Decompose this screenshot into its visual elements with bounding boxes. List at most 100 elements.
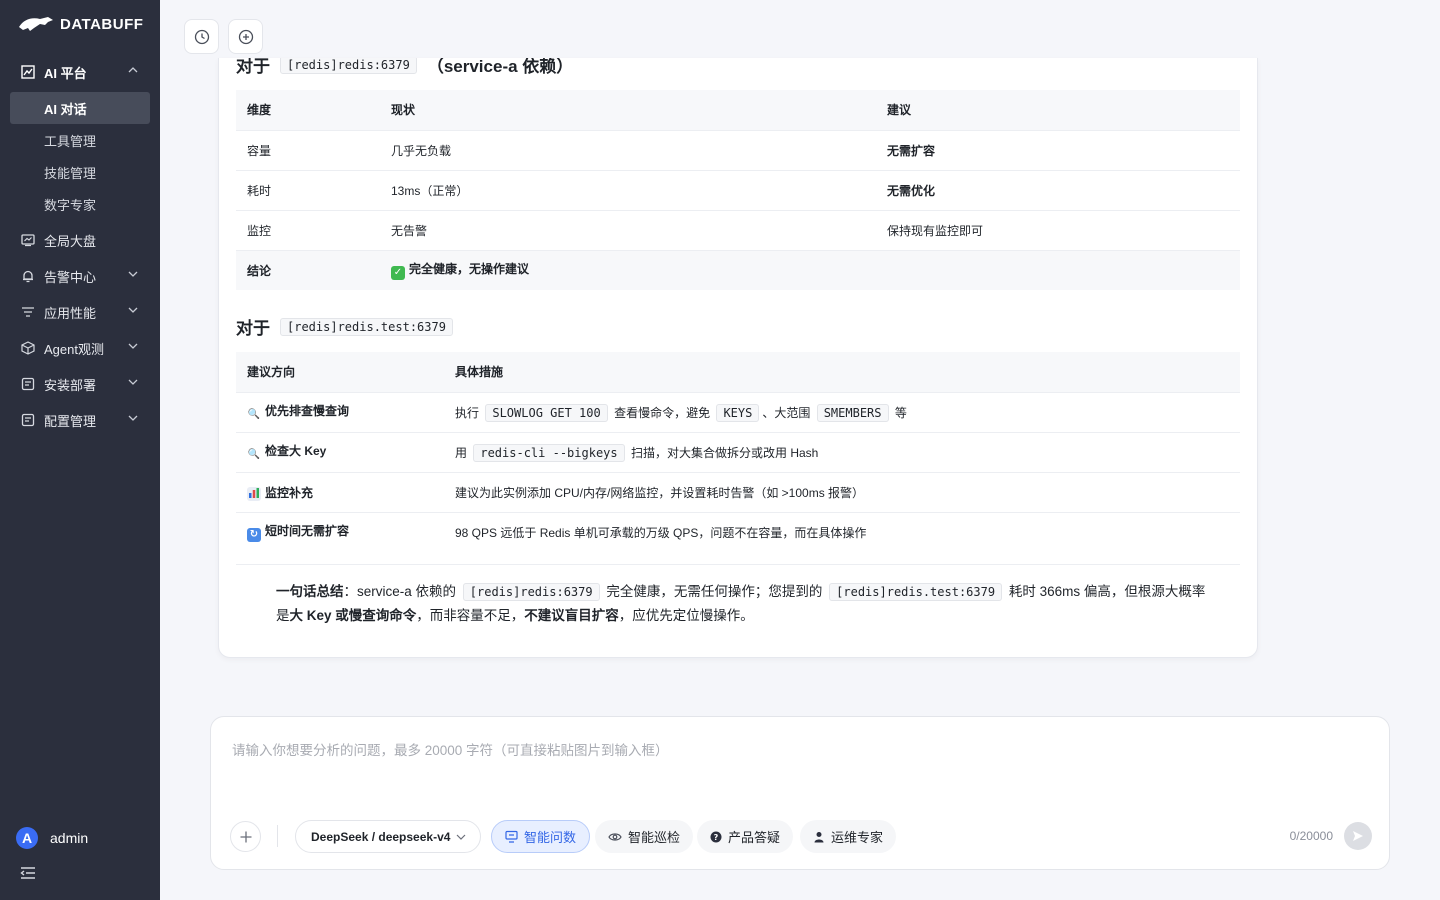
table-cell: ↻ 短时间无需扩容 xyxy=(236,511,444,552)
nav-group-app-performance[interactable]: 应用性能 xyxy=(0,294,160,330)
nav-group-label: 全局大盘 xyxy=(44,233,97,249)
mode-ops-expert-button[interactable]: 运维专家 xyxy=(800,820,897,853)
table-cell: 无需优化 xyxy=(876,169,1240,210)
table-row: 🔍 检查大 Key 用 redis-cli --bigkeys 扫描，对大集合做拆… xyxy=(236,431,1240,472)
chevron-down-icon xyxy=(128,415,138,421)
document-icon xyxy=(20,412,36,428)
chevron-down-icon xyxy=(456,834,466,840)
heading-prefix: 对于 xyxy=(236,319,270,338)
table-cell: 几乎无负载 xyxy=(380,129,876,170)
summary-paragraph: 一句话总结：service-a 依赖的 [redis]redis:6379 完全… xyxy=(276,580,1206,627)
table-row: ↻ 短时间无需扩容 98 QPS 远低于 Redis 单机可承载的万级 QPS，问… xyxy=(236,511,1240,552)
text: ：service-a 依赖的 xyxy=(343,584,457,599)
table-row: 监控补充 建议为此实例添加 CPU/内存/网络监控，并设置耗时告警（如 >100… xyxy=(236,471,1240,512)
table-row: 耗时 13ms（正常） 无需优化 xyxy=(236,169,1240,210)
text: 、大范围 xyxy=(762,405,811,420)
mode-label: 智能问数 xyxy=(524,830,577,845)
table-row: 容量 几乎无负载 无需扩容 xyxy=(236,129,1240,170)
table-cell: 监控 xyxy=(236,209,380,250)
collapse-sidebar-icon[interactable] xyxy=(20,866,36,883)
refresh-icon: ↻ xyxy=(247,528,261,543)
model-select[interactable]: DeepSeek / deepseek-v4 xyxy=(295,820,482,853)
section-heading-redis: 对于 [redis]redis:6379 （service-a 依赖） xyxy=(236,58,573,77)
new-chat-button[interactable] xyxy=(228,19,263,54)
mode-label: 产品答疑 xyxy=(728,830,781,845)
text: 等 xyxy=(894,405,907,420)
nav-group-label: 应用性能 xyxy=(44,305,97,321)
table-header: 现状 xyxy=(380,90,876,130)
table-header-row: 建议方向 具体措施 xyxy=(236,352,1240,392)
inline-code: redis-cli --bigkeys xyxy=(473,443,625,462)
table-cell: 容量 xyxy=(236,129,380,170)
emphasis: 大 Key 或慢查询命令 xyxy=(289,608,417,623)
dashboard-icon xyxy=(20,232,36,248)
send-button[interactable] xyxy=(1344,822,1372,850)
nav-group-alerts[interactable]: 告警中心 xyxy=(0,258,160,294)
sidebar-item-digital-experts[interactable]: 数字专家 xyxy=(10,188,150,220)
heading-suffix: （service-a 依赖） xyxy=(426,58,574,76)
sidebar-item-ai-chat[interactable]: AI 对话 xyxy=(10,92,150,124)
nav-group-ai-platform[interactable]: AI 平台 xyxy=(0,54,160,90)
data-icon xyxy=(505,830,518,843)
user-profile[interactable]: A admin xyxy=(16,827,88,849)
chat-input-box[interactable]: 请输入你想要分析的问题，最多 20000 字符（可直接粘贴图片到输入框） Dee… xyxy=(210,716,1390,870)
model-label: DeepSeek / deepseek-v4 xyxy=(311,829,451,844)
list-icon xyxy=(20,304,36,320)
text: 查看慢命令，避免 xyxy=(614,405,711,420)
user-name: admin xyxy=(50,830,89,846)
inline-code: [redis]redis:6379 xyxy=(462,583,600,601)
magnifier-icon: 🔍 xyxy=(247,409,261,420)
plus-circle-icon xyxy=(238,29,253,44)
redis-test-recommendation-table: 建议方向 具体措施 🔍 优先排查慢查询 执行 SLOWLOG GET 100 查看… xyxy=(236,352,1240,552)
table-header: 具体措施 xyxy=(444,352,1240,392)
table-header: 建议 xyxy=(876,90,1240,130)
chevron-down-icon xyxy=(128,343,138,349)
sidebar-item-skills[interactable]: 技能管理 xyxy=(10,156,150,188)
mode-smart-data-button[interactable]: 智能问数 xyxy=(491,820,591,853)
table-cell: 保持现有监控即可 xyxy=(876,209,1240,250)
chevron-down-icon xyxy=(128,379,138,385)
inline-code: KEYS xyxy=(716,403,760,422)
table-row: 监控 无告警 保持现有监控即可 xyxy=(236,209,1240,250)
emphasis: 不建议盲目扩容 xyxy=(524,608,619,623)
direction-label: 监控补充 xyxy=(265,485,314,500)
inline-code: SLOWLOG GET 100 xyxy=(485,403,608,422)
direction-label: 优先排查慢查询 xyxy=(265,404,350,418)
section-heading-redis-test: 对于 [redis]redis.test:6379 xyxy=(236,314,453,339)
table-cell: 无告警 xyxy=(380,209,876,250)
magnifier-icon: 🔍 xyxy=(247,449,261,460)
table-cell: 结论 xyxy=(236,249,380,290)
user-icon xyxy=(814,831,824,842)
mode-inspection-button[interactable]: 智能巡检 xyxy=(595,820,694,853)
bar-chart-icon xyxy=(247,486,261,501)
nav-group-deployment[interactable]: 安装部署 xyxy=(0,366,160,402)
brand-name: DATABUFF xyxy=(60,15,144,33)
sidebar: DATABUFF AI 平台 AI 对话 工具管理 技能管理 数字专家 全局大盘… xyxy=(0,0,160,900)
table-header-row: 维度 现状 建议 xyxy=(236,90,1240,130)
table-cell: 建议为此实例添加 CPU/内存/网络监控，并设置耗时告警（如 >100ms 报警… xyxy=(444,471,1240,512)
chat-input-placeholder[interactable]: 请输入你想要分析的问题，最多 20000 字符（可直接粘贴图片到输入框） xyxy=(232,739,669,759)
mode-product-qa-button[interactable]: ? 产品答疑 xyxy=(697,820,794,853)
text: 完全健康，无需任何操作；您提到的 xyxy=(606,584,823,599)
history-button[interactable] xyxy=(184,19,219,54)
nav-group-config[interactable]: 配置管理 xyxy=(0,402,160,438)
brand-logo[interactable]: DATABUFF xyxy=(18,12,143,36)
nav-group-dashboard[interactable]: 全局大盘 xyxy=(0,222,160,258)
table-cell: 🔍 检查大 Key xyxy=(236,431,444,472)
text: 用 xyxy=(455,445,468,460)
attach-button[interactable] xyxy=(230,821,261,852)
document-icon xyxy=(20,376,36,392)
table-cell: 执行 SLOWLOG GET 100 查看慢命令，避免 KEYS 、大范围 SME… xyxy=(444,391,1240,432)
inline-code: [redis]redis.test:6379 xyxy=(829,583,1003,601)
eye-icon xyxy=(608,832,622,841)
sidebar-item-tools[interactable]: 工具管理 xyxy=(10,124,150,156)
question-icon: ? xyxy=(710,831,722,842)
inline-code: [redis]redis.test:6379 xyxy=(280,317,453,336)
avatar: A xyxy=(16,827,38,849)
conclusion-text: 完全健康，无操作建议 xyxy=(409,262,530,277)
chevron-down-icon xyxy=(128,271,138,277)
nav-group-agent-observability[interactable]: Agent观测 xyxy=(0,330,160,366)
char-counter: 0/20000 xyxy=(1289,829,1333,843)
table-row-conclusion: 结论 ✓ 完全健康，无操作建议 xyxy=(236,249,1240,290)
bell-icon xyxy=(20,268,36,284)
